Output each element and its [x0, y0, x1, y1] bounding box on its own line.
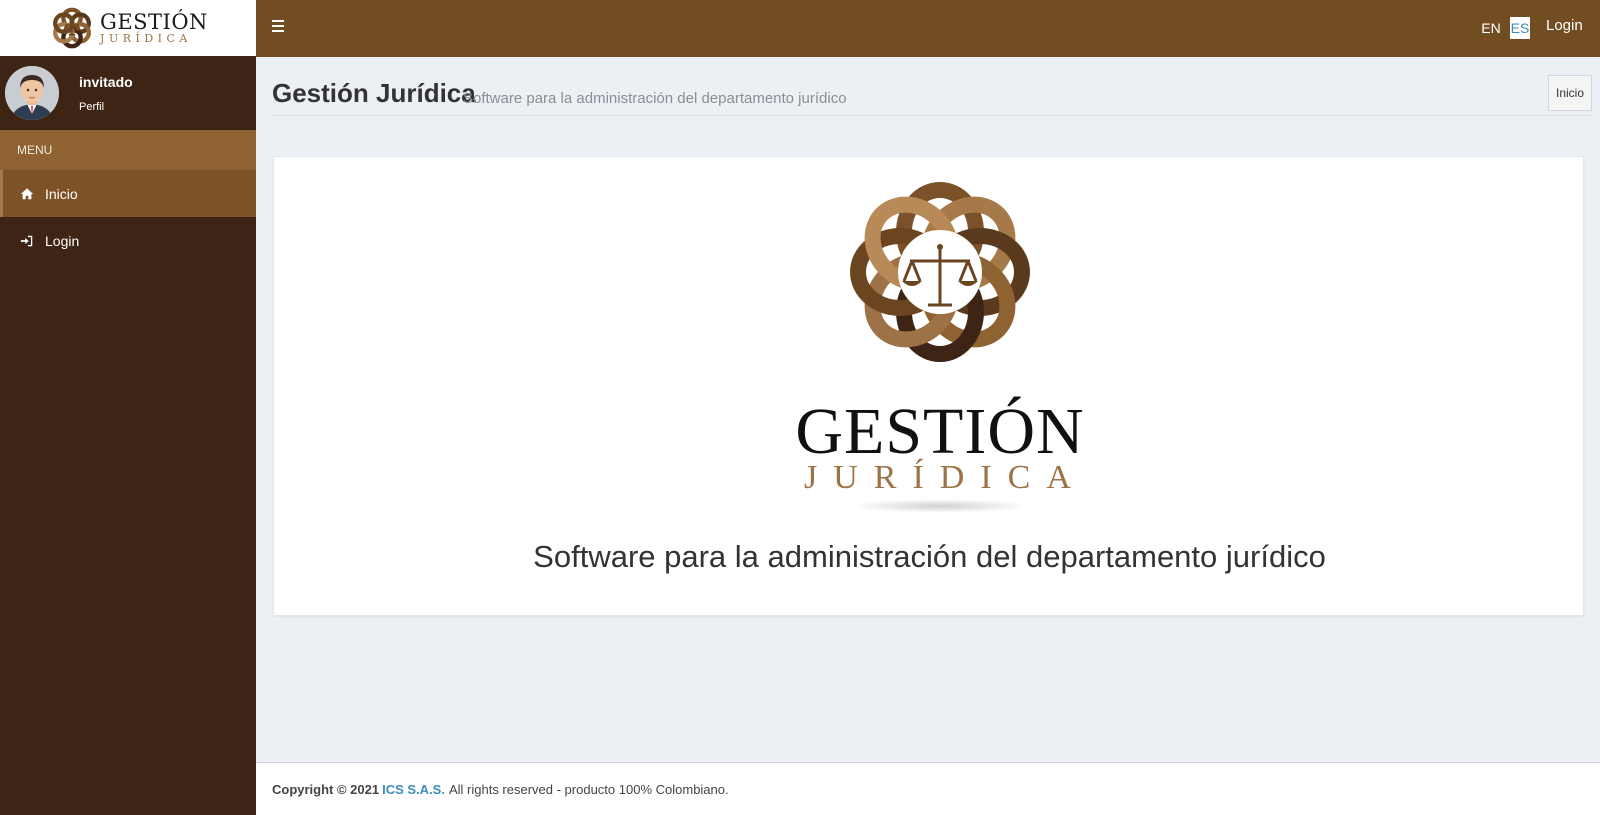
home-icon — [19, 186, 35, 202]
breadcrumb[interactable]: Inicio — [1548, 75, 1592, 111]
sidebar-toggle-icon[interactable] — [272, 20, 284, 34]
logo-emblem-icon — [850, 182, 1030, 362]
main-tagline: Software para la administración del depa… — [533, 539, 1326, 574]
app-logo[interactable]: GESTIÓN JURÍDICA — [0, 0, 256, 56]
footer-company-link[interactable]: ICS S.A.S. — [382, 782, 445, 797]
page-subtitle: Software para la administración del depa… — [463, 90, 847, 107]
main-logo-line1: GESTIÓN — [795, 395, 1085, 468]
sidebar-item-login[interactable]: Login — [0, 217, 256, 264]
menu-header: MENU — [0, 130, 256, 170]
footer-rights: All rights reserved - producto 100% Colo… — [448, 781, 729, 797]
profile-link[interactable]: Perfil — [79, 101, 133, 113]
top-navbar: EN ES Login — [256, 0, 1600, 57]
lang-es-button[interactable]: ES — [1510, 17, 1530, 39]
sidebar-item-inicio[interactable]: Inicio — [0, 170, 256, 217]
lang-en-button[interactable]: EN — [1480, 17, 1502, 39]
sidebar-item-label: Login — [45, 232, 80, 249]
main-box: GESTIÓN JURÍDICA Software para la admini… — [273, 156, 1584, 616]
page-title: Gestión Jurídica — [272, 78, 476, 108]
main-logo: GESTIÓN JURÍDICA — [794, 177, 1087, 513]
sidebar: GESTIÓN JURÍDICA invitado Perfil MENU In… — [0, 0, 256, 815]
main-logo-line2: JURÍDICA — [804, 459, 1087, 496]
footer: Copyright © 2021 ICS S.A.S. All rights r… — [256, 762, 1600, 815]
sign-in-icon — [19, 233, 35, 249]
logo-wordmark: GESTIÓN JURÍDICA — [100, 10, 208, 45]
user-panel: invitado Perfil — [0, 56, 256, 130]
logo-shadow — [850, 499, 1030, 513]
user-avatar-icon — [5, 66, 59, 120]
content-header: Gestión Jurídica Software para la admini… — [272, 75, 1592, 116]
avatar — [5, 66, 59, 120]
top-login-link[interactable]: Login — [1546, 17, 1583, 34]
footer-copyright: Copyright © 2021 — [272, 781, 380, 797]
logo-line2: JURÍDICA — [100, 32, 192, 45]
sidebar-item-label: Inicio — [45, 185, 78, 202]
user-name: invitado — [79, 73, 133, 90]
logo-line1: GESTIÓN — [100, 10, 208, 34]
user-info: invitado Perfil — [79, 74, 133, 113]
logo-emblem-icon — [53, 7, 92, 49]
